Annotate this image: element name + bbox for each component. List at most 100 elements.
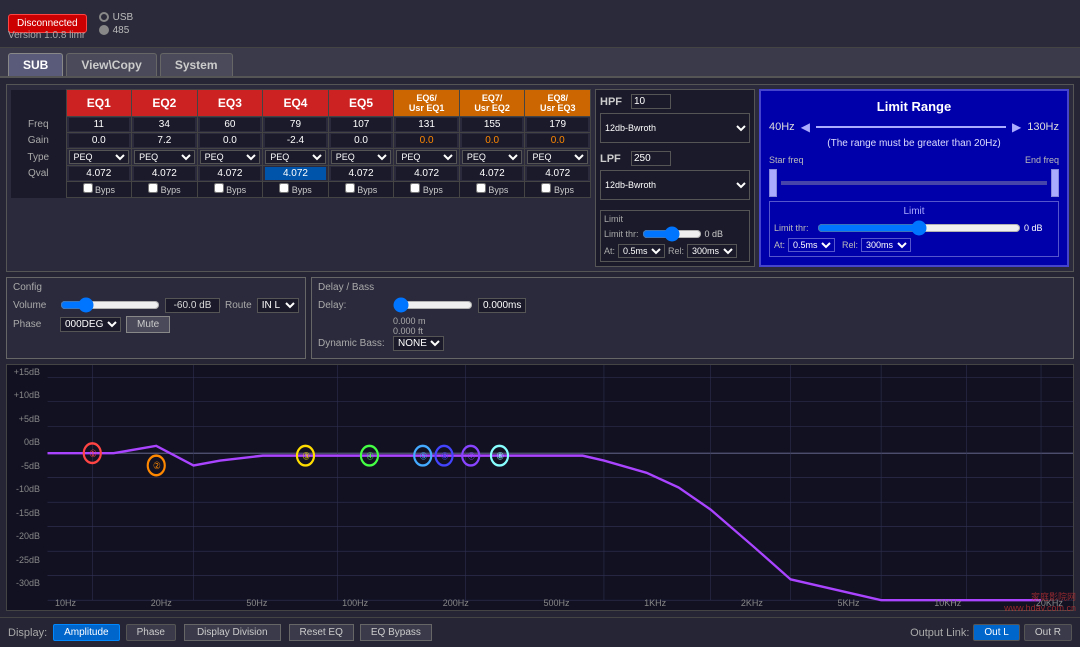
delay-ft: 0.000 ft xyxy=(393,326,1067,336)
eq1-byps-check[interactable] xyxy=(83,183,93,193)
eq4-byps-check[interactable] xyxy=(279,183,289,193)
eq3-gain-input[interactable] xyxy=(200,134,261,147)
svg-text:⑥: ⑥ xyxy=(441,451,449,462)
route-select[interactable]: IN LIN RMIX xyxy=(257,298,299,313)
lr-handle-left[interactable] xyxy=(769,169,777,197)
eq2-qval-input[interactable] xyxy=(134,167,195,180)
eq1-gain-input[interactable] xyxy=(69,134,130,147)
eq4-byps[interactable]: Byps xyxy=(279,185,312,195)
eq-bypass-button[interactable]: EQ Bypass xyxy=(360,624,432,641)
byps-row: Byps Byps Byps Byps Byps Byps Byps Byps xyxy=(11,182,591,198)
eq6-freq-input[interactable] xyxy=(396,118,457,131)
lpf-filter-select[interactable]: 12db-Bwroth xyxy=(600,170,750,200)
usb-radio-dot xyxy=(99,12,109,22)
at-select[interactable]: 0.5ms xyxy=(618,244,665,258)
lpf-value-input[interactable] xyxy=(631,151,671,166)
eq8-byps[interactable]: Byps xyxy=(541,185,574,195)
hpf-filter-select[interactable]: 12db-Bwroth xyxy=(600,113,750,143)
tab-sub[interactable]: SUB xyxy=(8,53,63,76)
eq2-type-select[interactable]: PEQ xyxy=(134,150,195,164)
eq6-header: EQ6/Usr EQ1 xyxy=(394,90,460,117)
limit-range-panel: Limit Range 40Hz ◀ ▶ 130Hz (The range mu… xyxy=(759,89,1069,267)
hz-20: 20Hz xyxy=(151,598,172,608)
eq3-byps-check[interactable] xyxy=(214,183,224,193)
mute-button[interactable]: Mute xyxy=(126,316,170,333)
eq6-qval-input[interactable] xyxy=(396,167,457,180)
eq6-byps[interactable]: Byps xyxy=(410,185,443,195)
eq1-type-select[interactable]: PEQ xyxy=(69,150,130,164)
eq5-qval-input[interactable] xyxy=(331,167,392,180)
limit-thr-slider[interactable] xyxy=(642,226,702,242)
phase-select[interactable]: 000DEG180DEG xyxy=(60,317,121,332)
eq7-byps[interactable]: Byps xyxy=(476,185,509,195)
eq5-gain-input[interactable] xyxy=(331,134,392,147)
reset-eq-button[interactable]: Reset EQ xyxy=(289,624,354,641)
eq8-freq-input[interactable] xyxy=(527,118,588,131)
eq6-byps-check[interactable] xyxy=(410,183,420,193)
eq4-freq xyxy=(263,117,329,133)
eq4-qval-input[interactable] xyxy=(265,167,326,180)
delay-distance: 0.000 m 0.000 ft xyxy=(393,316,1067,336)
dynamic-bass-select[interactable]: NONE xyxy=(393,336,444,351)
rel-select[interactable]: 300ms xyxy=(687,244,737,258)
eq8-gain-input[interactable] xyxy=(527,134,588,147)
connection-type-group: USB 485 xyxy=(99,12,134,36)
lr-at-select[interactable]: 0.5ms xyxy=(788,238,835,252)
eq7-freq-input[interactable] xyxy=(462,118,523,131)
out-l-button[interactable]: Out L xyxy=(973,624,1019,641)
tab-system[interactable]: System xyxy=(160,53,233,76)
eq6-gain-input[interactable] xyxy=(396,134,457,147)
eq-table: EQ1 EQ2 EQ3 EQ4 EQ5 EQ6/Usr EQ1 EQ7/Usr … xyxy=(11,89,591,198)
eq6-type-select[interactable]: PEQ xyxy=(396,150,457,164)
lr-handle-right[interactable] xyxy=(1051,169,1059,197)
eq1-freq-input[interactable] xyxy=(69,118,130,131)
485-radio[interactable]: 485 xyxy=(99,25,134,36)
eq7-gain-input[interactable] xyxy=(462,134,523,147)
hpf-value-input[interactable] xyxy=(631,94,671,109)
lr-rel-select[interactable]: 300ms xyxy=(861,238,911,252)
lr-end-freq: 130Hz xyxy=(1027,121,1059,133)
eq1-byps[interactable]: Byps xyxy=(83,185,116,195)
eq8-qval-input[interactable] xyxy=(527,167,588,180)
eq3-byps[interactable]: Byps xyxy=(214,185,247,195)
eq2-byps-check[interactable] xyxy=(148,183,158,193)
eq4-type-select[interactable]: PEQ xyxy=(265,150,326,164)
out-r-button[interactable]: Out R xyxy=(1024,624,1072,641)
volume-slider[interactable] xyxy=(60,297,160,313)
eq4-gain-input[interactable] xyxy=(265,134,326,147)
limit-thr-row: Limit thr: 0 dB xyxy=(604,226,746,242)
485-label: 485 xyxy=(113,25,130,36)
eq8-byps-check[interactable] xyxy=(541,183,551,193)
lr-limit-thr-slider[interactable] xyxy=(817,220,1021,236)
eq7-byps-check[interactable] xyxy=(476,183,486,193)
tab-viewcopy[interactable]: View\Copy xyxy=(66,53,156,76)
display-division-button[interactable]: Display Division xyxy=(184,624,281,641)
eq2-gain-input[interactable] xyxy=(134,134,195,147)
lr-freq-labels: Star freq End freq xyxy=(769,155,1059,165)
hz-200: 200Hz xyxy=(443,598,469,608)
amplitude-button[interactable]: Amplitude xyxy=(53,624,119,641)
delay-slider[interactable] xyxy=(393,297,473,313)
eq2-byps[interactable]: Byps xyxy=(148,185,181,195)
eq1-qval-input[interactable] xyxy=(69,167,130,180)
eq5-freq-input[interactable] xyxy=(331,118,392,131)
eq7-type-select[interactable]: PEQ xyxy=(462,150,523,164)
eq3-type-select[interactable]: PEQ xyxy=(200,150,261,164)
eq5-byps[interactable]: Byps xyxy=(345,185,378,195)
eq2-freq-input[interactable] xyxy=(134,118,195,131)
eq5-freq xyxy=(328,117,394,133)
eq3-qval-input[interactable] xyxy=(200,167,261,180)
freq-row: Freq xyxy=(11,117,591,133)
phase-button[interactable]: Phase xyxy=(126,624,176,641)
eq8-type-select[interactable]: PEQ xyxy=(527,150,588,164)
svg-text:⑧: ⑧ xyxy=(496,451,504,462)
eq3-freq-input[interactable] xyxy=(200,118,261,131)
svg-text:③: ③ xyxy=(302,451,310,462)
eq5-type-select[interactable]: PEQ xyxy=(331,150,392,164)
eq4-freq-input[interactable] xyxy=(265,118,326,131)
svg-text:⑦: ⑦ xyxy=(468,451,476,462)
usb-radio[interactable]: USB xyxy=(99,12,134,23)
dynamic-bass-label: Dynamic Bass: xyxy=(318,338,388,349)
eq5-byps-check[interactable] xyxy=(345,183,355,193)
eq7-qval-input[interactable] xyxy=(462,167,523,180)
